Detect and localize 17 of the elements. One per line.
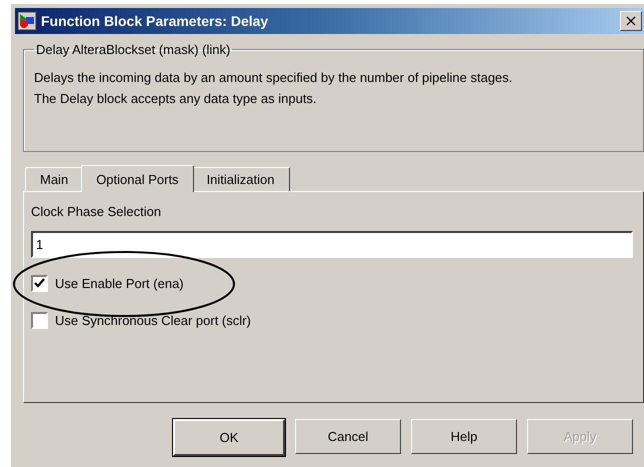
- tab[interactable]: Initialization: [192, 167, 290, 191]
- block-diagram-icon: [17, 11, 37, 31]
- group-title: Delay AlteraBlockset (mask) (link): [35, 42, 232, 57]
- window-title: Function Block Parameters: Delay: [41, 13, 270, 29]
- checkbox[interactable]: [31, 274, 48, 292]
- dialog-button[interactable]: Help: [411, 419, 517, 454]
- dialog-button[interactable]: OK: [173, 419, 285, 456]
- tab[interactable]: Optional Ports: [81, 165, 194, 192]
- tab[interactable]: Main: [25, 167, 84, 191]
- field-label: Clock Phase Selection: [31, 204, 162, 219]
- checkbox-label: Use Enable Port (ena): [55, 276, 184, 290]
- checkbox-label: Use Synchronous Clear port (sclr): [55, 312, 251, 328]
- close-button[interactable]: ×: [620, 11, 642, 31]
- dialog-button[interactable]: Cancel: [295, 419, 401, 454]
- checkbox[interactable]: [31, 312, 48, 328]
- description-text: Delays the incoming data by an amount specified by the number of pipeline stages. The Delay block accepts any data type as inputs.: [34, 69, 514, 108]
- input-field[interactable]: 1: [31, 231, 633, 258]
